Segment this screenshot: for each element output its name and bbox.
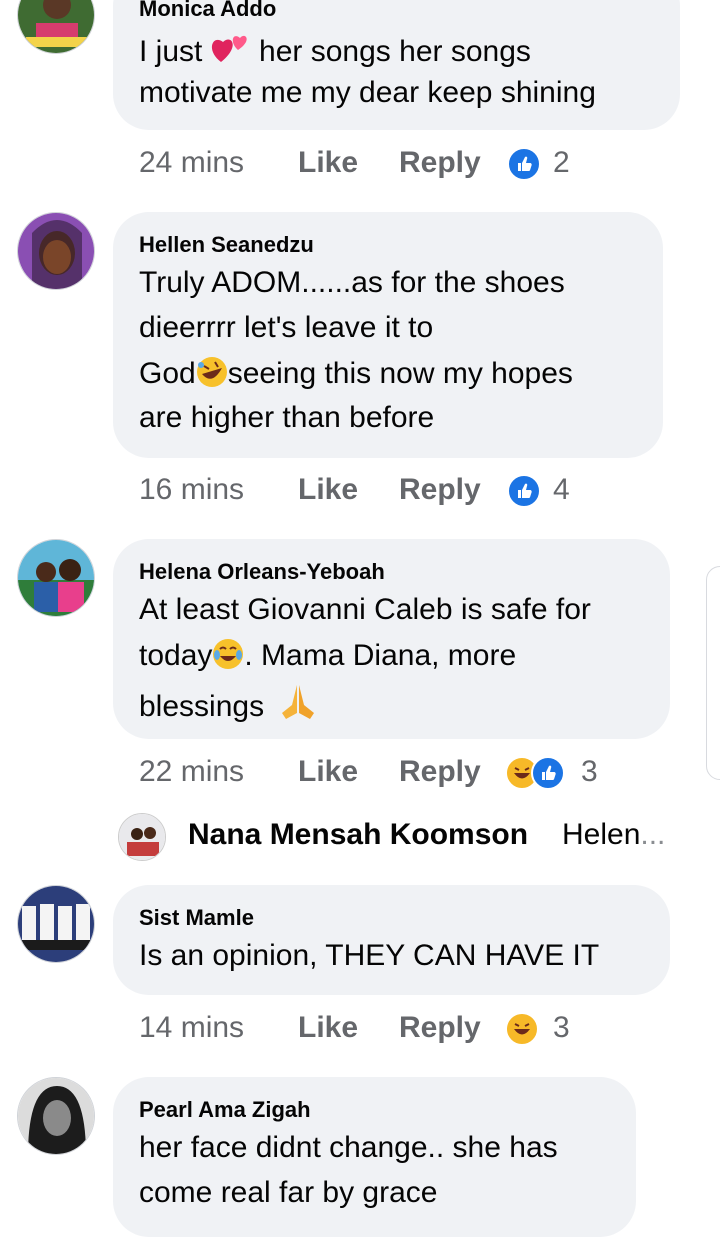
comment-actions: 24 mins Like Reply 2 [139, 146, 699, 186]
comment-text-line: Truly ADOM......as for the shoes [139, 266, 565, 299]
like-reaction-icon [507, 474, 541, 508]
comment-text-line: dieerrrr let's leave it to [139, 311, 434, 344]
comment-bubble[interactable]: Monica Addo I just her songs her songs m… [113, 0, 680, 130]
avatar[interactable] [17, 212, 95, 290]
reaction-summary[interactable] [505, 755, 565, 791]
avatar[interactable] [17, 0, 95, 54]
comment-text-line: are higher than before [139, 401, 435, 434]
comment-bubble[interactable]: Pearl Ama Zigah her face didnt change.. … [113, 1077, 636, 1237]
like-reaction-icon [507, 147, 541, 181]
comment-bubble[interactable]: Sist Mamle Is an opinion, THEY CAN HAVE … [113, 885, 670, 995]
reaction-count: 4 [553, 473, 570, 506]
reaction-count: 3 [581, 755, 598, 788]
like-button[interactable]: Like [298, 473, 358, 507]
reply-button[interactable]: Reply [399, 755, 481, 789]
like-button[interactable]: Like [298, 755, 358, 789]
comment-actions: 16 mins Like Reply 4 [139, 473, 699, 513]
comment-text-line: today . Mama Diana, more [139, 638, 517, 672]
avatar [118, 813, 166, 861]
comment-bubble[interactable]: Helena Orleans-Yeboah At least Giovanni … [113, 539, 670, 739]
reply-preview[interactable]: Nana Mensah Koomson Helen... [118, 810, 718, 864]
comment-text-line: blessings [139, 683, 318, 724]
haha-reaction-icon [505, 1012, 539, 1046]
comment-timestamp[interactable]: 24 mins [139, 146, 244, 180]
reaction-count: 3 [553, 1011, 570, 1044]
comment-text-line: God seeing this now my hopes [139, 356, 573, 390]
reply-text: Helen... [562, 818, 666, 851]
two-hearts-emoji-icon [211, 32, 247, 64]
reply-button[interactable]: Reply [399, 146, 481, 180]
folded-hands-emoji-icon [278, 683, 318, 721]
comment-author[interactable]: Monica Addo [139, 0, 276, 22]
avatar[interactable] [17, 539, 95, 617]
comment-text-line: At least Giovanni Caleb is safe for [139, 593, 591, 626]
comment-text-line: motivate me my dear keep shining [139, 76, 596, 109]
comment-timestamp[interactable]: 16 mins [139, 473, 244, 507]
like-button[interactable]: Like [298, 1011, 358, 1045]
like-button[interactable]: Like [298, 146, 358, 180]
reaction-summary[interactable] [505, 1011, 539, 1047]
tears-of-joy-emoji-icon [212, 638, 244, 670]
like-reaction-icon [531, 756, 565, 790]
comment-text-line: I just her songs her songs [139, 32, 531, 69]
comment-text-line: her face didnt change.. she has [139, 1131, 558, 1164]
comment-actions: 14 mins Like Reply 3 [139, 1011, 699, 1051]
reply-button[interactable]: Reply [399, 1011, 481, 1045]
comment-timestamp[interactable]: 22 mins [139, 755, 244, 789]
rofl-emoji-icon [196, 356, 228, 388]
side-card-edge [706, 566, 720, 780]
comment-author[interactable]: Hellen Seanedzu [139, 232, 314, 258]
comment-bubble[interactable]: Hellen Seanedzu Truly ADOM......as for t… [113, 212, 663, 458]
reply-author[interactable]: Nana Mensah Koomson [188, 818, 528, 852]
comment-author[interactable]: Sist Mamle [139, 905, 254, 931]
comment-actions: 22 mins Like Reply 3 [139, 755, 699, 795]
comment-timestamp[interactable]: 14 mins [139, 1011, 244, 1045]
reply-button[interactable]: Reply [399, 473, 481, 507]
comment-author[interactable]: Helena Orleans-Yeboah [139, 559, 385, 585]
reaction-summary[interactable] [507, 146, 541, 182]
comment-text-line: Is an opinion, THEY CAN HAVE IT [139, 939, 600, 972]
avatar[interactable] [17, 1077, 95, 1155]
comment-author[interactable]: Pearl Ama Zigah [139, 1097, 311, 1123]
reaction-count: 2 [553, 146, 570, 179]
comment-text-line: come real far by grace [139, 1176, 438, 1209]
reaction-summary[interactable] [507, 473, 541, 509]
avatar[interactable] [17, 885, 95, 963]
